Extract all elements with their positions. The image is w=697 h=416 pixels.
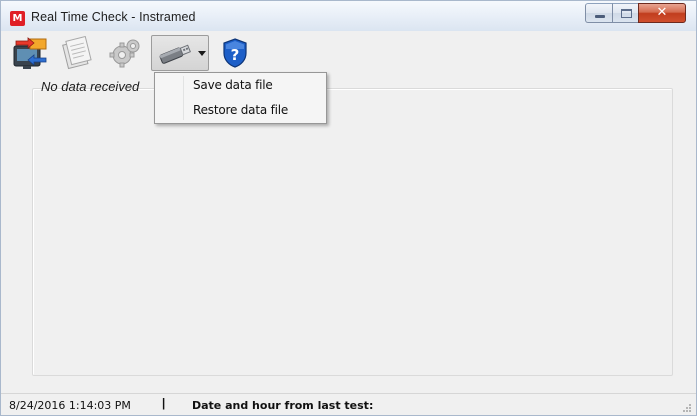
status-datetime: 8/24/2016 1:14:03 PM [9,399,131,412]
usb-dropdown-menu: Save data file Restore data file [154,72,327,124]
help-button[interactable]: ? [217,35,253,71]
app-logo-icon: M [10,11,25,26]
main-content: No data received [13,76,685,389]
monitor-transfer-button[interactable] [11,35,51,71]
menu-item-save-data-file[interactable]: Save data file [193,78,273,92]
close-button[interactable]: ✕ [638,3,686,23]
svg-text:?: ? [231,46,240,64]
gear-icon [109,39,140,68]
title-bar[interactable]: M Real Time Check - Instramed ✕ [1,1,696,31]
usb-drive-icon [159,44,191,64]
chevron-down-icon [198,51,206,56]
minimize-icon [595,15,605,18]
monitor-transfer-icon [13,37,47,69]
usb-data-dropdown-button[interactable] [151,35,209,71]
menu-divider [183,76,184,120]
window-title: Real Time Check - Instramed [31,10,196,24]
app-window: M Real Time Check - Instramed ✕ ? No dat… [0,0,697,416]
maximize-icon [621,9,632,18]
documents-button[interactable] [57,35,97,71]
menu-item-restore-data-file[interactable]: Restore data file [193,103,288,117]
resize-grip-icon[interactable] [681,402,691,412]
close-icon: ✕ [656,5,668,20]
no-data-message: No data received [41,79,140,94]
data-panel [32,88,673,376]
status-separator: | [162,398,166,410]
settings-button[interactable] [105,35,145,71]
last-test-label: Date and hour from last test: [192,399,374,412]
minimize-button[interactable] [585,3,613,23]
maximize-button[interactable] [612,3,639,23]
help-shield-icon: ? [223,38,247,68]
documents-icon [62,36,92,70]
status-bar: 8/24/2016 1:14:03 PM | Date and hour fro… [1,393,696,415]
toolbar: ? [5,32,693,74]
